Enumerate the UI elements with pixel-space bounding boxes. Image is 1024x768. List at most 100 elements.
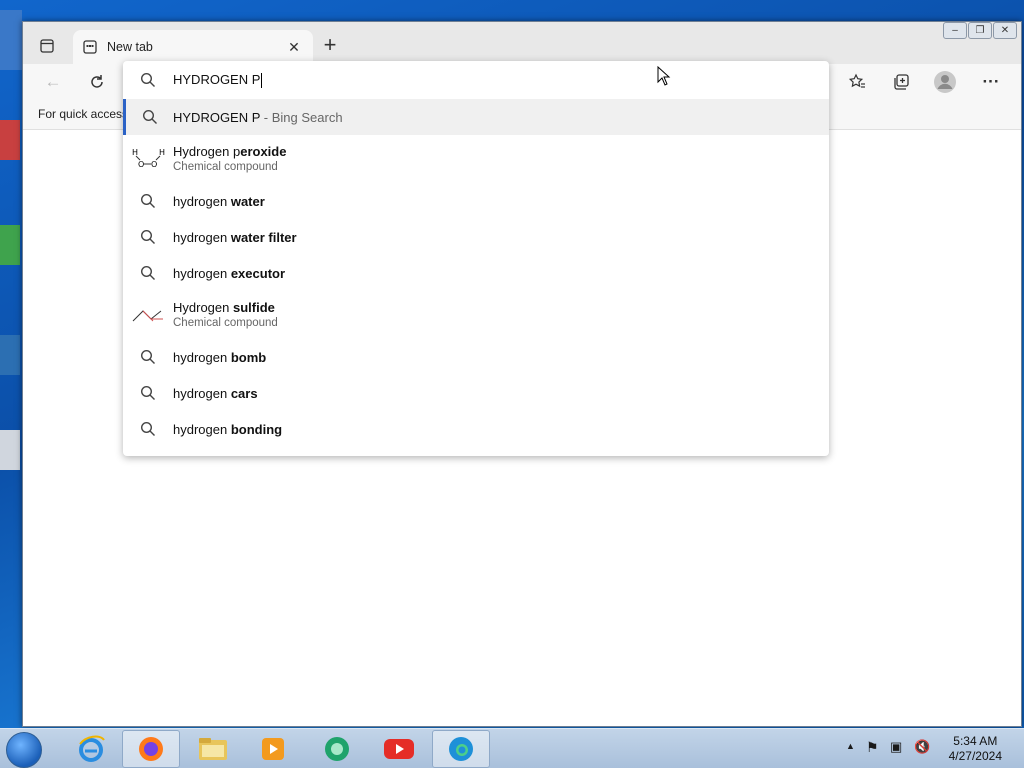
suggestion-completion: cars: [230, 385, 258, 401]
title-bar: New tab ✕ + – ❐ ✕: [23, 22, 1021, 64]
suggestion-text: hydrogen: [173, 349, 231, 365]
system-clock[interactable]: 5:34 AM 4/27/2024: [949, 734, 1002, 764]
suggestion-hydrogen-sulfide[interactable]: Hydrogen sulfide Chemical compound: [123, 293, 829, 335]
back-button[interactable]: ←: [39, 68, 67, 96]
taskbar-app-green[interactable]: [308, 730, 366, 768]
edge-icon: [449, 737, 473, 761]
window-controls: – ❐ ✕: [943, 22, 1017, 39]
refresh-button[interactable]: [83, 68, 111, 96]
desktop-icon[interactable]: [0, 10, 22, 70]
suggestion-text: Hydrogen: [173, 299, 233, 315]
suggestion-hydrogen-water[interactable]: hydrogen water: [123, 183, 829, 219]
system-tray: ▲ ⚑ ▣ 🔇 5:34 AM 4/27/2024: [840, 729, 1024, 768]
collections-icon: [894, 74, 909, 90]
taskbar-media-player[interactable]: [244, 730, 302, 768]
suggestion-hydrogen-peroxide[interactable]: HHOO Hydrogen peroxide Chemical compound: [123, 137, 829, 179]
suggestion-subtitle: Chemical compound: [173, 316, 278, 329]
minimize-button[interactable]: –: [943, 22, 967, 39]
suggestion-subtitle: Chemical compound: [173, 160, 278, 173]
action-center-icon[interactable]: ⚑: [866, 739, 879, 756]
suggestion-text: hydrogen: [173, 265, 231, 281]
taskbar-internet-explorer[interactable]: [62, 730, 120, 768]
suggestion-completion: bonding: [230, 421, 283, 437]
close-tab-icon[interactable]: ✕: [285, 39, 303, 56]
desktop-icon[interactable]: [0, 335, 20, 375]
tab-actions-icon: [40, 39, 54, 53]
new-tab-button[interactable]: +: [319, 34, 341, 57]
search-icon: [140, 229, 155, 244]
suggestion-hydrogen-executor[interactable]: hydrogen executor: [123, 255, 829, 291]
suggestion-hydrogen-water-filter[interactable]: hydrogen water filter: [123, 219, 829, 255]
suggestion-completion: water filter: [230, 229, 297, 245]
taskbar-youtube[interactable]: [370, 730, 428, 768]
text-caret: [261, 73, 263, 89]
suggestion-bing-search[interactable]: HYDROGEN P - Bing Search: [123, 99, 829, 135]
tab-title: New tab: [107, 40, 153, 54]
molecule-icon: H HO O: [132, 148, 165, 169]
search-icon: [140, 193, 155, 208]
suggestion-completion: executor: [230, 265, 286, 281]
new-tab-page-icon: [83, 40, 97, 54]
suggestion-hydrogen-bomb[interactable]: hydrogen bomb: [123, 339, 829, 375]
suggestion-completion: sulfide: [232, 299, 275, 315]
suggestion-text: hydrogen: [173, 229, 231, 245]
suggestion-completion: water: [230, 193, 265, 209]
app-icon: [325, 737, 349, 761]
media-player-icon: [262, 738, 284, 760]
tab-actions-button[interactable]: [33, 33, 61, 59]
taskbar-firefox[interactable]: [122, 730, 180, 768]
favorites-icon: [848, 73, 865, 88]
search-icon: [140, 265, 155, 280]
close-window-button[interactable]: ✕: [993, 22, 1017, 39]
suggestion-completion: eroxide: [240, 143, 287, 159]
svg-text:H: H: [159, 148, 165, 157]
svg-text:O: O: [151, 160, 157, 169]
molecule-icon: [132, 310, 163, 322]
start-button[interactable]: [6, 732, 42, 768]
suggestion-text: HYDROGEN P: [173, 109, 261, 125]
omnibox-dropdown: HYDROGEN P HYDROGEN P - Bing Search HHOO…: [123, 61, 829, 456]
youtube-icon: [384, 739, 414, 759]
search-icon: [140, 385, 155, 400]
search-icon: [140, 349, 155, 364]
suggestion-text: Hydrogen p: [173, 143, 241, 159]
volume-muted-icon[interactable]: 🔇: [914, 739, 930, 755]
restore-button[interactable]: ❐: [968, 22, 992, 39]
suggestion-hydrogen-cars[interactable]: hydrogen cars: [123, 375, 829, 411]
suggestion-completion: bomb: [230, 349, 267, 365]
desktop-icon[interactable]: [0, 120, 20, 160]
show-hidden-icons-icon[interactable]: ▲: [846, 741, 855, 751]
internet-explorer-icon: [79, 735, 105, 762]
clock-time: 5:34 AM: [953, 734, 998, 748]
tab-new-tab[interactable]: New tab ✕: [73, 30, 313, 64]
more-options-button[interactable]: ···: [977, 68, 1005, 96]
clock-date: 4/27/2024: [948, 749, 1002, 763]
taskbar-file-explorer[interactable]: [184, 730, 242, 768]
search-icon: [140, 72, 155, 87]
favorites-bar-text: For quick access: [38, 107, 129, 121]
taskbar: ▲ ⚑ ▣ 🔇 5:34 AM 4/27/2024: [0, 728, 1024, 768]
taskbar-edge[interactable]: [432, 730, 490, 768]
favorites-button[interactable]: [843, 68, 871, 96]
svg-text:H: H: [132, 148, 138, 157]
collections-button[interactable]: [887, 68, 915, 96]
network-icon[interactable]: ▣: [890, 739, 902, 755]
suggestion-text: hydrogen: [173, 421, 231, 437]
firefox-icon: [139, 737, 163, 761]
address-bar[interactable]: HYDROGEN P: [123, 61, 829, 99]
profile-button[interactable]: [931, 68, 959, 96]
suggestion-text: hydrogen: [173, 385, 231, 401]
refresh-icon: [91, 75, 103, 88]
address-input-value[interactable]: HYDROGEN P: [173, 72, 260, 87]
suggestion-suffix: - Bing Search: [263, 109, 343, 125]
mouse-cursor-icon: [657, 66, 671, 86]
folder-icon: [199, 738, 227, 760]
search-icon: [142, 109, 157, 124]
search-icon: [140, 421, 155, 436]
desktop-icon[interactable]: [0, 225, 20, 265]
suggestion-text: hydrogen: [173, 193, 231, 209]
desktop-icon[interactable]: [0, 430, 20, 470]
suggestion-hydrogen-bonding[interactable]: hydrogen bonding: [123, 411, 829, 447]
avatar-icon: [934, 71, 956, 93]
svg-text:O: O: [138, 160, 144, 169]
